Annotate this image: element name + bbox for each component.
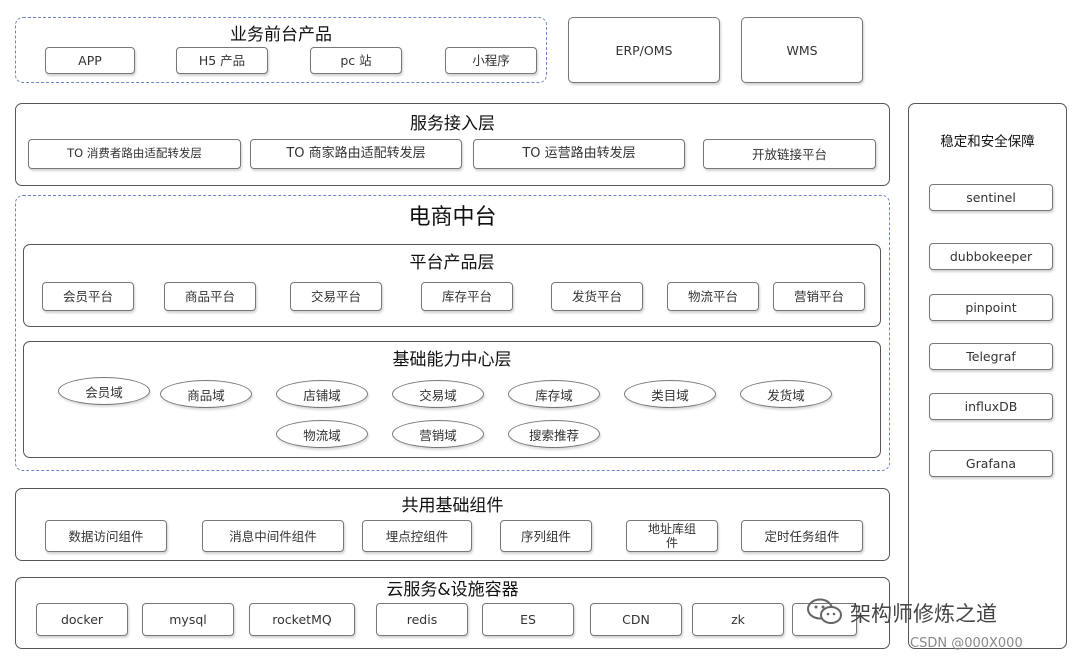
platform-item-marketing: 营销平台 <box>773 282 865 311</box>
access-item-merchant: TO 商家路由适配转发层 <box>250 139 462 169</box>
stability-item-influxdb: influxDB <box>929 393 1053 420</box>
access-item-open: 开放链接平台 <box>703 139 876 169</box>
frontend-item-app: APP <box>45 47 135 74</box>
domain-trade: 交易域 <box>392 380 484 408</box>
shared-item-address: 地址库组 件 <box>626 520 718 552</box>
cloud-item-mysql: mysql <box>142 603 234 636</box>
stability-item-pinpoint: pinpoint <box>929 294 1053 321</box>
domain-marketing: 营销域 <box>392 420 484 448</box>
watermark-main: 架构师修炼之道 <box>850 602 997 626</box>
platform-item-member: 会员平台 <box>42 282 134 311</box>
stability-item-sentinel: sentinel <box>929 184 1053 211</box>
shared-item-data-access: 数据访问组件 <box>45 520 167 552</box>
cloud-infra-title: 云服务&设施容器 <box>386 580 519 600</box>
access-item-consumer: TO 消费者路由适配转发层 <box>28 139 241 169</box>
cloud-item-redis: redis <box>376 603 468 636</box>
stability-item-telegraf: Telegraf <box>929 343 1053 370</box>
access-item-operation: TO 运营路由转发层 <box>473 139 685 169</box>
domain-search: 搜索推荐 <box>508 420 600 448</box>
domain-category: 类目域 <box>624 380 716 408</box>
cloud-item-cdn: CDN <box>590 603 682 636</box>
platform-item-logistics: 物流平台 <box>667 282 759 311</box>
erp-oms-box: ERP/OMS <box>568 17 720 83</box>
shared-item-tracking: 埋点控组件 <box>362 520 472 552</box>
domain-logistics: 物流域 <box>276 420 368 448</box>
cloud-item-es: ES <box>482 603 574 636</box>
access-layer-title: 服务接入层 <box>410 114 495 134</box>
domain-delivery: 发货域 <box>740 380 832 408</box>
frontend-item-pc: pc 站 <box>310 47 402 74</box>
shared-components-title: 共用基础组件 <box>401 496 504 516</box>
frontend-item-miniapp: 小程序 <box>445 47 537 74</box>
platform-item-delivery: 发货平台 <box>551 282 643 311</box>
domain-shop: 店铺域 <box>276 380 368 408</box>
cloud-item-zk: zk <box>692 603 784 636</box>
stability-title: 稳定和安全保障 <box>940 134 1035 150</box>
cloud-item-docker: docker <box>36 603 128 636</box>
stability-item-dubbokeeper: dubbokeeper <box>929 243 1053 270</box>
frontend-products-title: 业务前台产品 <box>230 25 332 45</box>
capability-layer-title: 基础能力中心层 <box>392 350 512 370</box>
stability-item-grafana: Grafana <box>929 450 1053 477</box>
ecommerce-mid-title: 电商中台 <box>408 205 497 230</box>
platform-item-product: 商品平台 <box>164 282 256 311</box>
frontend-item-h5: H5 产品 <box>176 47 268 74</box>
platform-item-trade: 交易平台 <box>290 282 382 311</box>
platform-item-inventory: 库存平台 <box>421 282 513 311</box>
domain-inventory: 库存域 <box>508 380 600 408</box>
wms-box: WMS <box>741 17 863 83</box>
shared-item-timer: 定时任务组件 <box>741 520 863 552</box>
cloud-item-rocketmq: rocketMQ <box>249 603 355 636</box>
domain-product: 商品域 <box>160 380 252 408</box>
wechat-icon <box>806 597 844 627</box>
watermark-sub: CSDN @000X000 <box>910 636 1023 651</box>
shared-item-sequence: 序列组件 <box>500 520 592 552</box>
domain-member: 会员域 <box>58 377 150 405</box>
shared-item-mq: 消息中间件组件 <box>202 520 344 552</box>
platform-layer-title: 平台产品层 <box>409 253 495 273</box>
